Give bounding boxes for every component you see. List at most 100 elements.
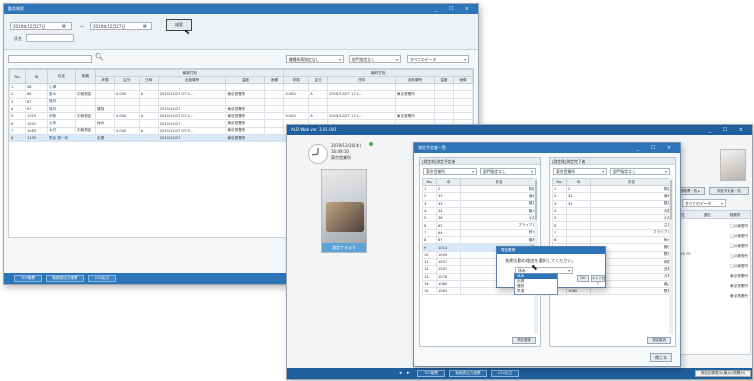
cell-time: 2019/12/27 07:3... xyxy=(157,112,227,121)
clock-icon xyxy=(308,144,328,164)
measure-record-button[interactable]: 測定記録表示(最大2週間分) xyxy=(695,370,751,377)
cell-id: 1139 xyxy=(25,134,48,143)
cell-class xyxy=(138,134,159,143)
col-place: 出勤場所 xyxy=(394,76,435,84)
register-measure-button[interactable]: 測定登録 xyxy=(512,337,536,344)
cell-image xyxy=(264,112,285,121)
cell-place xyxy=(394,82,435,92)
window-controls[interactable]: _ ☐ × xyxy=(709,125,748,135)
col-office: 勤務所 xyxy=(729,213,741,217)
popup-ok-button[interactable]: OK xyxy=(577,275,589,282)
cell-id: 33 xyxy=(566,199,591,208)
person-row[interactable]: 8 67 藤林 xyxy=(422,236,538,245)
cell-name: 藤木 xyxy=(460,206,538,216)
cell-class xyxy=(138,97,159,106)
search-icon[interactable]: 🔍︎ xyxy=(95,53,104,61)
office-cell: 東京営業所 xyxy=(730,284,748,288)
close-button[interactable]: 閉じる xyxy=(650,353,672,362)
cancel-measure-button[interactable]: 測定取消 xyxy=(647,337,671,344)
dept-filter-dropdown[interactable]: 部門指定なし xyxy=(349,55,401,63)
right-place-select[interactable]: 東京営業所 xyxy=(553,168,607,175)
work-report-button[interactable]: 勤務表出力帳票 xyxy=(449,370,487,377)
cell-image xyxy=(264,82,285,92)
cell-place xyxy=(394,104,435,114)
cell-name: 鈴木 xyxy=(460,228,538,238)
tcp-report-button[interactable]: TCP帳票 xyxy=(417,370,445,377)
person-row[interactable]: 8 鈴木 xyxy=(552,236,673,245)
person-row[interactable]: 7 64 鈴木 xyxy=(422,228,538,238)
cell-id: 67 xyxy=(25,97,48,106)
person-row[interactable]: 5 小澤 xyxy=(552,214,673,223)
csv-export-button[interactable]: CSV出力 xyxy=(491,370,519,377)
person-row[interactable]: 4 34 藤木 xyxy=(422,206,538,216)
cell-time: 2019/12/27 07:3... xyxy=(157,90,227,99)
right-data-filter[interactable]: すべてのデータ xyxy=(682,199,726,207)
work-report-button[interactable]: 勤務表出力帳票 xyxy=(46,275,84,282)
calendar-icon[interactable]: ▦ xyxy=(62,23,66,28)
cell-id: 32 xyxy=(566,192,591,201)
cell-time: 2019/12/27 17:1... xyxy=(327,90,396,99)
cell-no: 4 xyxy=(552,206,567,216)
popup-cancel-button[interactable]: キャンセル xyxy=(591,275,605,285)
table-row[interactable]: 2 66 藤木 中勤測定 0.000 A 2019/12/27 07:3... 東京営業所 0.… xyxy=(9,90,474,99)
person-row[interactable]: 1 2 桐谷 xyxy=(422,184,538,194)
window-controls[interactable]: _ ☐ × xyxy=(637,143,676,153)
person-row[interactable]: 7 ブライアン xyxy=(552,228,673,238)
calendar-icon[interactable]: ▦ xyxy=(143,23,147,28)
col-group-last: 最終打刻 xyxy=(283,69,473,77)
name-field[interactable] xyxy=(26,34,74,42)
right-dept-select[interactable]: 部門指定なし xyxy=(610,168,670,175)
person-row[interactable]: 1 2 桐谷 xyxy=(552,184,673,194)
right-scrollbar[interactable] xyxy=(669,178,673,334)
person-row[interactable]: 6 立花 xyxy=(552,221,673,230)
cell-state: 休み xyxy=(95,119,115,128)
cell-id: 32 xyxy=(436,192,461,201)
cell-place: 東京営業所 xyxy=(225,126,266,136)
window-controls[interactable]: _ ☐ × xyxy=(435,4,474,14)
cell-class: A xyxy=(308,90,329,99)
col-state: 状態 xyxy=(283,76,310,84)
popup-title: 理由登録 xyxy=(501,248,516,252)
cell-name: 藤林 xyxy=(460,236,538,245)
col-temp: 温度 xyxy=(433,76,454,84)
left-place-select[interactable]: 東京営業所 xyxy=(423,168,477,175)
cell-no: 2 xyxy=(552,192,567,201)
office-cell: □川東営所 xyxy=(730,254,748,258)
table-row[interactable]: 5 1029 伊藤 中勤測定 0.000 A 2019/12/27 07:3... 東京営業所… xyxy=(9,112,474,121)
place-filter-dropdown[interactable]: 職種所属指定なし xyxy=(286,55,344,63)
mouse-cursor-icon: ⬉ xyxy=(184,28,190,36)
col-no: No. xyxy=(9,69,26,84)
cell-class: A xyxy=(138,112,159,121)
cell-place xyxy=(394,97,435,106)
prev-arrow-icon[interactable]: ◂ xyxy=(399,370,402,376)
table-row[interactable]: 3 67 藤林 xyxy=(9,97,474,106)
tcp-report-button[interactable]: TCP帳票 xyxy=(14,275,42,282)
col-id: ID xyxy=(566,178,591,186)
table-row[interactable]: 1 98 小澤 xyxy=(9,82,474,92)
cell-state: 出張 xyxy=(95,134,115,143)
cell-no: 5 xyxy=(9,112,26,121)
person-row[interactable]: 6 62 ブライアン xyxy=(422,221,538,230)
reason-option[interactable]: 早退 xyxy=(515,289,557,294)
person-row[interactable]: 2 32 菊地 xyxy=(552,192,673,201)
table-row[interactable]: 4 67 藤林 遅刻 2019/12/27 東京営業所 xyxy=(9,104,474,114)
person-row[interactable]: 4 大野 xyxy=(552,206,673,216)
front-window-title: ALD Web ver. 3.01.001 xyxy=(291,127,337,132)
office-cell: □川東営所 xyxy=(730,224,748,228)
person-row[interactable]: 3 33 藤井 xyxy=(552,199,673,208)
person-row[interactable]: 5 36 小澤 xyxy=(422,214,538,223)
person-row[interactable]: 151080野見 xyxy=(552,287,673,296)
next-arrow-icon[interactable]: ▸ xyxy=(407,370,410,376)
data-filter-dropdown[interactable]: すべてのデータ xyxy=(407,55,469,63)
person-row[interactable]: 3 33 藤井 xyxy=(422,199,538,208)
measure-list-button[interactable]: 測定予定者一覧 xyxy=(709,187,749,195)
cell-work xyxy=(75,134,96,143)
col-image: 画像 xyxy=(264,76,285,84)
left-dept-select[interactable]: 部門指定なし xyxy=(480,168,536,175)
office-cell: □川東営所 xyxy=(730,264,748,268)
keyword-search-input[interactable] xyxy=(8,55,92,63)
csv-export-button[interactable]: CSV出力 xyxy=(88,275,116,282)
cell-num xyxy=(283,104,310,114)
cell-num: 0.000 xyxy=(283,90,310,99)
person-row[interactable]: 2 32 菊地 xyxy=(422,192,538,201)
